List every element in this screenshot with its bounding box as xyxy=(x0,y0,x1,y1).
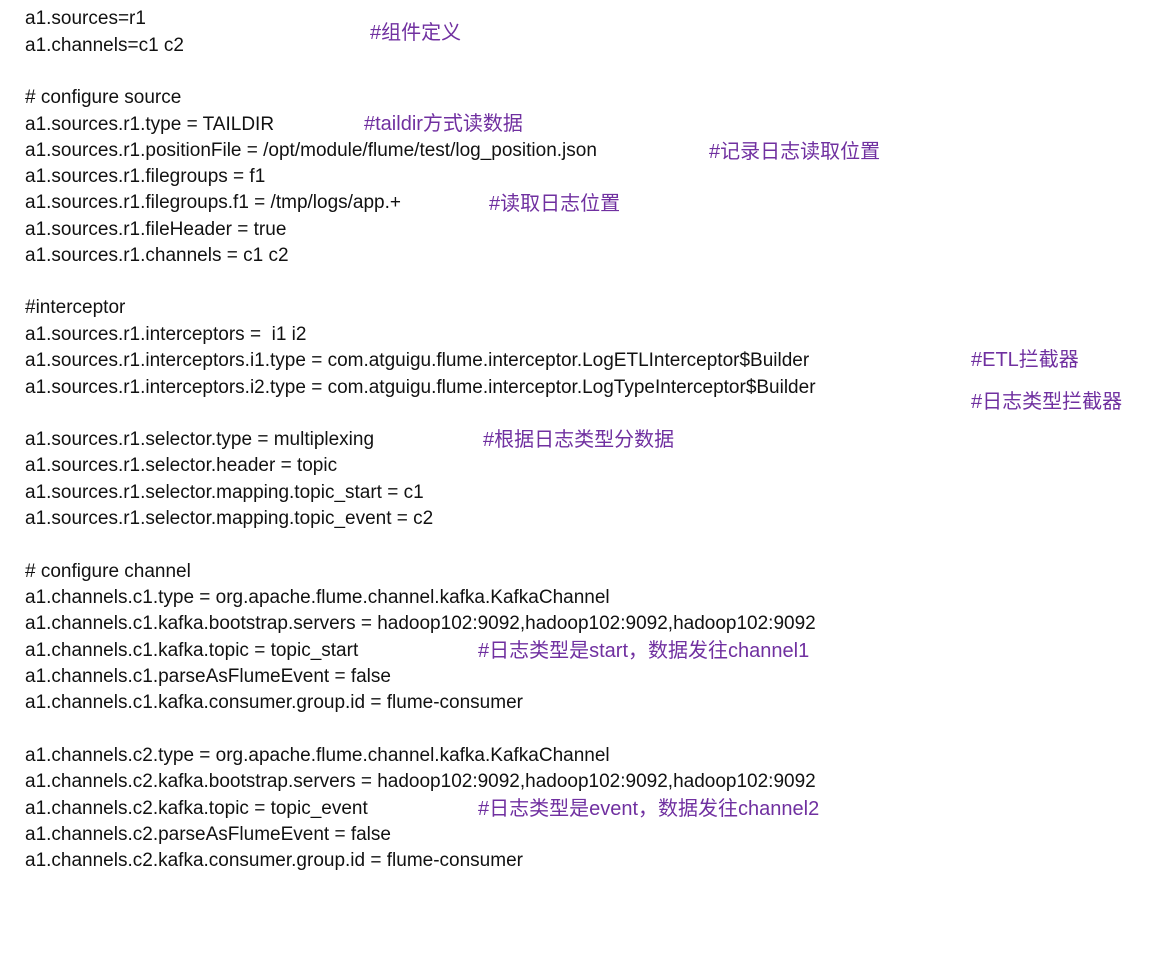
code-line: a1.sources.r1.filegroups.f1 = /tmp/logs/… xyxy=(25,192,401,213)
code-line: # configure source xyxy=(25,87,182,108)
comment-annotation: #组件定义 xyxy=(370,22,462,44)
comment-annotation: #日志类型拦截器 xyxy=(971,391,1123,413)
code-line: a1.channels.c2.kafka.topic = topic_event xyxy=(25,798,368,819)
code-line: a1.channels.c1.kafka.consumer.group.id =… xyxy=(25,692,523,713)
code-line: a1.channels.c1.kafka.bootstrap.servers =… xyxy=(25,613,816,634)
code-line: #interceptor xyxy=(25,297,126,318)
code-line: a1.channels.c1.kafka.topic = topic_start xyxy=(25,640,359,661)
config-document: a1.sources=r1 a1.channels=c1 c2 # config… xyxy=(0,0,1161,957)
code-line: a1.sources.r1.interceptors.i2.type = com… xyxy=(25,377,816,398)
code-line: a1.channels.c2.kafka.consumer.group.id =… xyxy=(25,850,523,871)
comment-annotation: #根据日志类型分数据 xyxy=(483,429,675,451)
comment-annotation: #读取日志位置 xyxy=(489,193,621,215)
code-line: a1.sources.r1.type = TAILDIR xyxy=(25,114,275,135)
code-line: a1.channels.c2.type = org.apache.flume.c… xyxy=(25,745,610,766)
code-line: a1.sources.r1.channels = c1 c2 xyxy=(25,245,289,266)
code-line: a1.sources.r1.selector.mapping.topic_eve… xyxy=(25,508,434,529)
code-line: a1.channels.c2.kafka.bootstrap.servers =… xyxy=(25,771,816,792)
comment-annotation: #记录日志读取位置 xyxy=(709,141,881,163)
code-line: a1.channels.c2.parseAsFlumeEvent = false xyxy=(25,824,391,845)
code-line: a1.sources.r1.filegroups = f1 xyxy=(25,166,266,187)
code-line: a1.sources.r1.fileHeader = true xyxy=(25,219,287,240)
code-line: a1.sources.r1.interceptors.i1.type = com… xyxy=(25,350,810,371)
code-line: # configure channel xyxy=(25,561,191,582)
code-line: a1.sources.r1.interceptors = i1 i2 xyxy=(25,324,307,345)
code-line: a1.sources.r1.selector.mapping.topic_sta… xyxy=(25,482,424,503)
code-line: a1.sources.r1.selector.type = multiplexi… xyxy=(25,429,375,450)
code-line: a1.sources.r1.selector.header = topic xyxy=(25,455,338,476)
code-line: a1.sources=r1 xyxy=(25,8,146,29)
code-line: a1.channels=c1 c2 xyxy=(25,35,184,56)
comment-annotation: #日志类型是start，数据发往channel1 xyxy=(478,640,810,662)
comment-annotation: #日志类型是event，数据发往channel2 xyxy=(478,798,820,820)
comment-annotation: #taildir方式读数据 xyxy=(364,113,523,135)
code-line: a1.sources.r1.positionFile = /opt/module… xyxy=(25,140,597,161)
code-line: a1.channels.c1.type = org.apache.flume.c… xyxy=(25,587,610,608)
comment-annotation: #ETL拦截器 xyxy=(971,349,1079,371)
code-line: a1.channels.c1.parseAsFlumeEvent = false xyxy=(25,666,391,687)
